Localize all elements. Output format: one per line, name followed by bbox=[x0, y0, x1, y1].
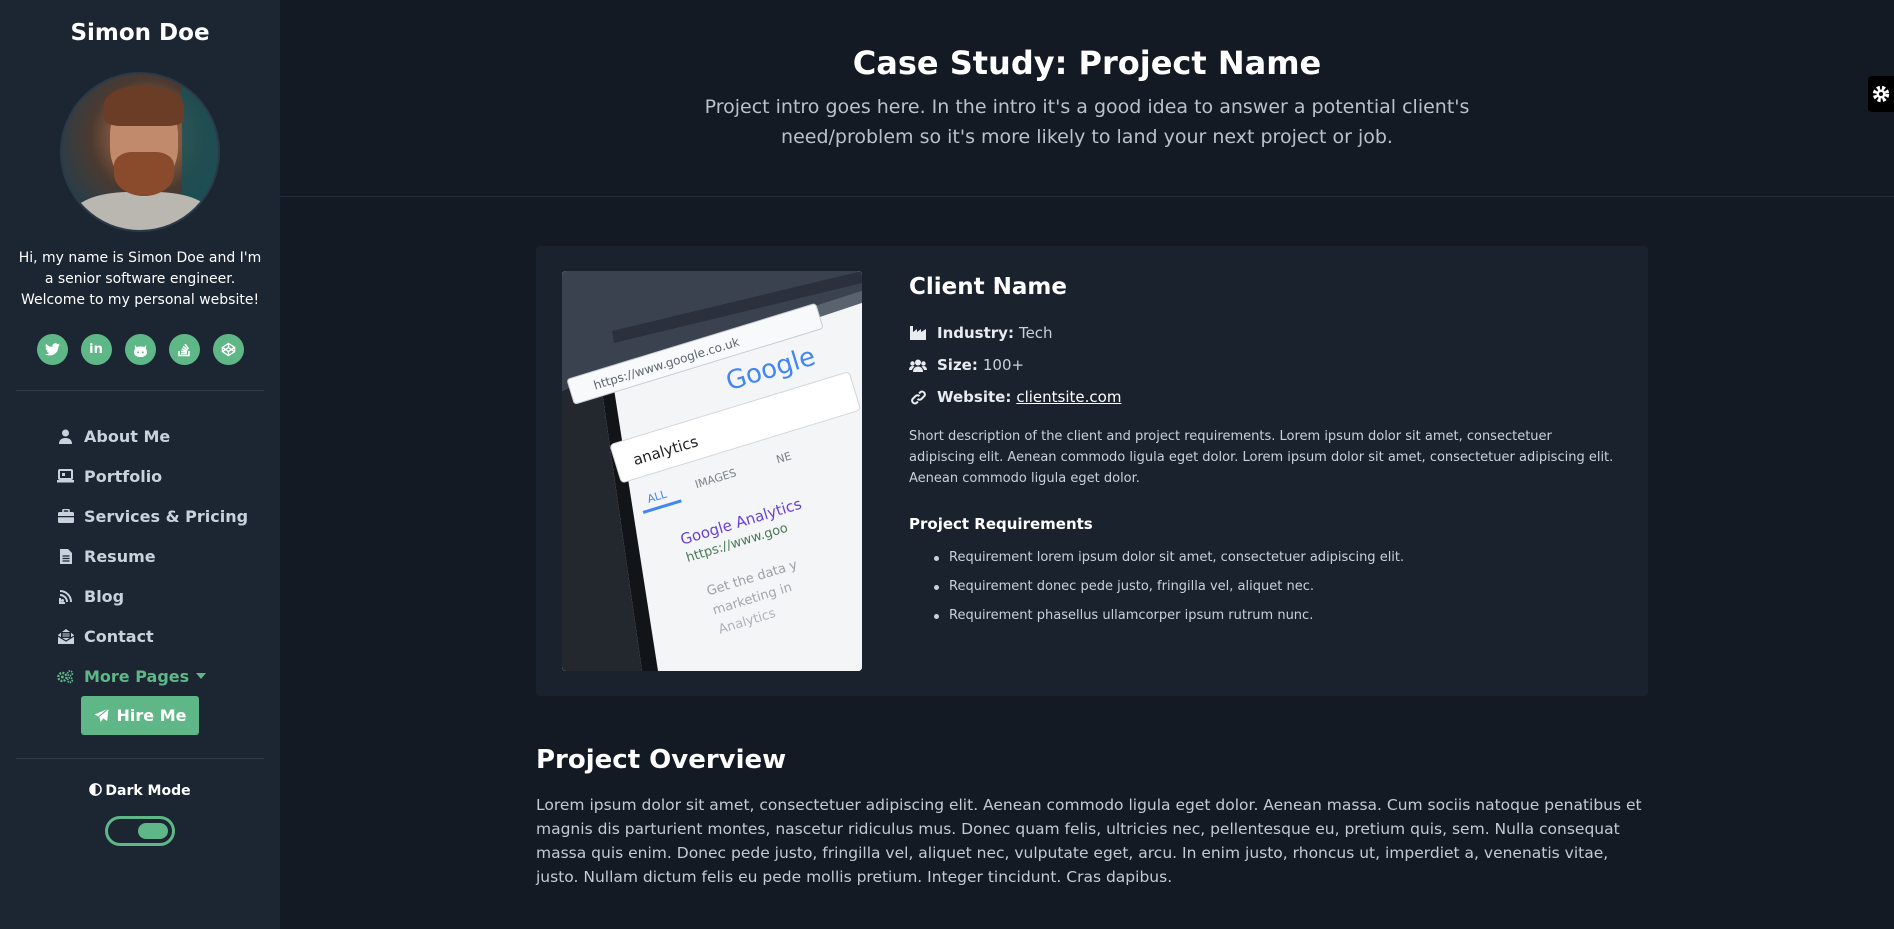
nav-label: More Pages bbox=[84, 666, 190, 686]
briefcase-icon bbox=[57, 508, 74, 525]
dark-mode-text: Dark Mode bbox=[105, 783, 191, 799]
blog-icon bbox=[57, 588, 74, 605]
page-header: Case Study: Project Name Project intro g… bbox=[280, 0, 1894, 197]
website-label: Website: bbox=[937, 388, 1012, 406]
gear-icon bbox=[1872, 85, 1890, 103]
client-description: Short description of the client and proj… bbox=[909, 429, 1614, 486]
link-icon bbox=[909, 390, 927, 405]
contrast-icon bbox=[89, 783, 103, 796]
nav-item-resume[interactable]: Resume bbox=[57, 536, 248, 576]
client-card: https://www.google.co.uk Google analytic… bbox=[536, 246, 1648, 696]
social-links: in bbox=[0, 334, 280, 365]
sidebar-nav: About Me Portfolio Services & Pricing Re… bbox=[57, 416, 248, 696]
page-intro: Project intro goes here. In the intro it… bbox=[704, 96, 1470, 148]
twitter-icon[interactable] bbox=[36, 334, 68, 365]
sidebar-intro: Hi, my name is Simon Doe and I'm a senio… bbox=[18, 250, 262, 308]
linkedin-icon[interactable]: in bbox=[80, 334, 112, 365]
stackoverflow-icon[interactable] bbox=[168, 334, 200, 365]
sidebar: Simon Doe Hi, my name is Simon Doe and I… bbox=[0, 0, 280, 929]
page-title: Case Study: Project Name bbox=[852, 44, 1322, 82]
dark-mode-label: Dark Mode bbox=[0, 783, 280, 799]
nav-label: Blog bbox=[84, 586, 125, 606]
nav-item-portfolio[interactable]: Portfolio bbox=[57, 456, 248, 496]
nav-item-contact[interactable]: Contact bbox=[57, 616, 248, 656]
client-industry: Industry: Tech bbox=[909, 324, 1053, 342]
user-icon bbox=[57, 428, 74, 445]
brand-name[interactable]: Simon Doe bbox=[0, 20, 280, 46]
nav-label: About Me bbox=[84, 426, 171, 446]
size-label: Size: bbox=[937, 356, 978, 374]
requirements-title: Project Requirements bbox=[909, 515, 1093, 533]
client-name: Client Name bbox=[909, 274, 1067, 300]
list-item: Requirement donec pede justo, fringilla … bbox=[933, 579, 1404, 608]
nav-label: Resume bbox=[84, 546, 156, 566]
dark-mode-toggle[interactable] bbox=[105, 816, 175, 846]
nav-label: Services & Pricing bbox=[84, 506, 249, 526]
client-size: Size: 100+ bbox=[909, 356, 1024, 374]
overview-text: Lorem ipsum dolor sit amet, consectetuer… bbox=[536, 796, 1642, 886]
industry-icon bbox=[909, 326, 927, 340]
chevron-down-icon bbox=[196, 673, 207, 679]
nav-item-blog[interactable]: Blog bbox=[57, 576, 248, 616]
sidebar-divider bbox=[16, 390, 264, 391]
hire-me-button[interactable]: Hire Me bbox=[81, 696, 199, 735]
toggle-knob bbox=[138, 823, 168, 839]
list-item: Requirement phasellus ullamcorper ipsum … bbox=[933, 608, 1404, 637]
github-icon[interactable] bbox=[124, 334, 156, 365]
overview-title: Project Overview bbox=[536, 745, 787, 775]
file-icon bbox=[57, 548, 74, 565]
list-item: Requirement lorem ipsum dolor sit amet, … bbox=[933, 550, 1404, 579]
paper-plane-icon bbox=[93, 708, 109, 723]
codepen-icon[interactable] bbox=[212, 334, 244, 365]
avatar bbox=[60, 72, 220, 232]
nav-label: Portfolio bbox=[84, 466, 163, 486]
requirements-list: Requirement lorem ipsum dolor sit amet, … bbox=[933, 550, 1404, 637]
envelope-open-icon bbox=[57, 628, 74, 645]
hire-me-label: Hire Me bbox=[116, 706, 187, 725]
nav-item-about-me[interactable]: About Me bbox=[57, 416, 248, 456]
website-link[interactable]: clientsite.com bbox=[1016, 388, 1121, 406]
sidebar-divider bbox=[16, 758, 264, 759]
project-image: https://www.google.co.uk Google analytic… bbox=[562, 271, 862, 671]
industry-label: Industry: bbox=[937, 324, 1014, 342]
size-value: 100+ bbox=[982, 356, 1025, 374]
cogs-icon bbox=[57, 668, 74, 685]
nav-item-services-pricing[interactable]: Services & Pricing bbox=[57, 496, 248, 536]
users-icon bbox=[909, 359, 927, 372]
industry-value: Tech bbox=[1018, 324, 1053, 342]
client-website: Website: clientsite.com bbox=[909, 388, 1121, 406]
settings-gear-button[interactable] bbox=[1868, 76, 1894, 112]
nav-label: Contact bbox=[84, 626, 154, 646]
laptop-icon bbox=[57, 468, 74, 485]
nav-item-more-pages[interactable]: More Pages bbox=[57, 656, 248, 696]
